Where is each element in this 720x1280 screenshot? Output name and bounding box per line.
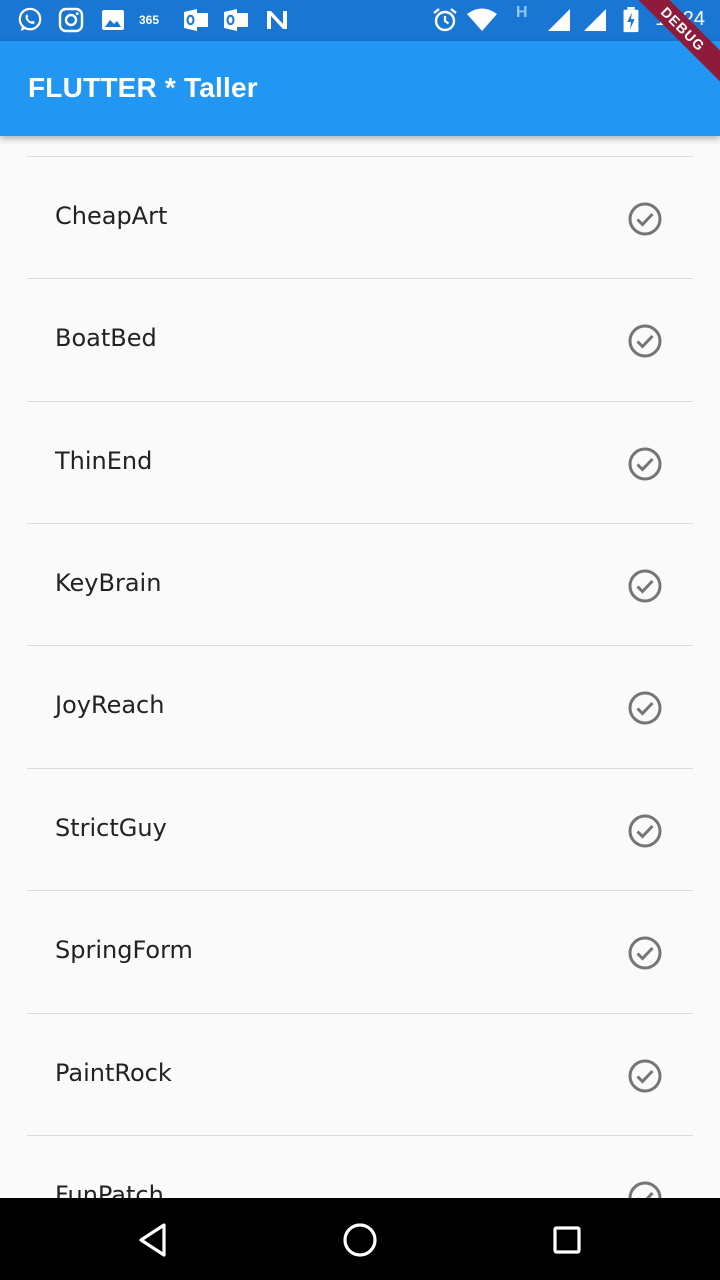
list-item-label: SpringForm [55,936,193,964]
outlook-icon [184,9,208,31]
status-bar: 365 H 12:24 [0,0,720,41]
list-item-label: StrictGuy [55,814,167,842]
h-network-icon: H [516,4,528,21]
list-item-label: CheapArt [55,202,168,230]
svg-text:365: 365 [139,13,159,27]
check-circle-icon[interactable] [627,1180,663,1198]
list-item[interactable]: KeyBrain [27,523,693,645]
outlook-icon [224,9,248,31]
app-bar: FLUTTER * Taller [0,41,720,136]
list-item-label: ThinEnd [55,447,153,475]
wifi-icon [467,8,497,31]
check-circle-icon[interactable] [627,568,663,604]
list-item-label: JoyReach [55,691,165,719]
list-item-label: FunPatch [55,1181,164,1198]
list-item-label: BoatBed [55,324,157,352]
signal-icon [548,9,570,31]
list-item[interactable]: CheapArt [27,156,693,278]
list-item[interactable]: ThinEnd [27,401,693,523]
check-circle-icon[interactable] [627,323,663,359]
list-item-label: PaintRock [55,1059,172,1087]
page-title: FLUTTER * Taller [28,72,258,103]
list-item[interactable]: SpringForm [27,890,693,1012]
list-item[interactable]: StrictGuy [27,768,693,890]
navigation-bar [0,1198,720,1280]
whatsapp-icon [18,7,42,32]
check-circle-icon[interactable] [627,813,663,849]
list-item[interactable]: FunPatch [27,1135,693,1198]
check-circle-icon[interactable] [627,1058,663,1094]
suggestion-list[interactable]: CheapArt BoatBed ThinEnd KeyBrain JoyRea… [27,136,693,1198]
list-item[interactable]: BoatBed [27,278,693,400]
check-circle-icon[interactable] [627,690,663,726]
list-item[interactable]: PaintRock [27,1013,693,1135]
battery-charging-icon [623,7,639,33]
n-app-icon [267,11,287,29]
list-item-label: KeyBrain [55,569,162,597]
alarm-icon [433,8,457,32]
back-icon[interactable] [134,1220,174,1260]
check-circle-icon[interactable] [627,935,663,971]
recents-icon[interactable] [547,1220,587,1260]
list-item[interactable]: JoyReach [27,645,693,767]
home-icon[interactable] [340,1220,380,1260]
signal-icon [584,9,606,31]
office365-icon: 365 [139,13,159,27]
instagram-icon [58,7,84,33]
check-circle-icon[interactable] [627,201,663,237]
check-circle-icon[interactable] [627,446,663,482]
gallery-icon [102,10,124,30]
